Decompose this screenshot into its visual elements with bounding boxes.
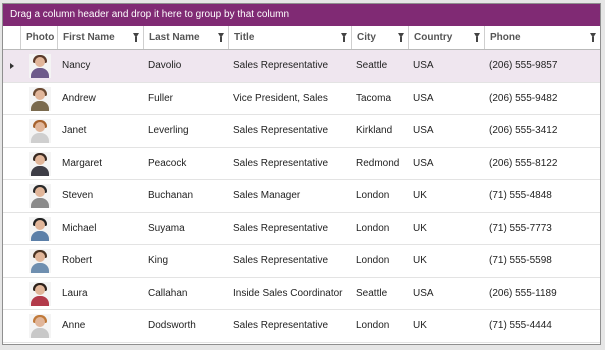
column-header-label: City	[357, 32, 376, 43]
rows-container: Nancy Davolio Sales Representative Seattle U…	[3, 50, 600, 343]
data-grid: Drag a column header and drop it here to…	[2, 3, 601, 345]
cell-phone: (206) 555-9857	[489, 60, 558, 71]
current-row-indicator-icon	[10, 63, 14, 69]
employee-photo	[29, 314, 51, 338]
table-row[interactable]: Robert King Sales Representative London UK (7…	[3, 245, 600, 278]
table-row[interactable]: Andrew Fuller Vice President, Sales Tacoma U…	[3, 83, 600, 115]
employee-photo	[29, 119, 51, 143]
cell-first: Anne	[62, 320, 86, 331]
column-header-city[interactable]: City	[351, 26, 408, 49]
cell-city: London	[356, 255, 390, 266]
cell-city: Kirkland	[356, 125, 393, 136]
column-header-photo[interactable]: Photo	[20, 26, 57, 49]
cell-city: Redmond	[356, 157, 400, 169]
cell-country: USA	[413, 157, 434, 169]
cell-country: UK	[413, 255, 427, 266]
cell-title: Sales Representative	[233, 157, 329, 169]
cell-title: Sales Representative	[233, 255, 329, 266]
cell-country: USA	[413, 92, 434, 104]
cell-city: Seattle	[356, 60, 388, 71]
cell-phone: (71) 555-5598	[489, 255, 552, 266]
employee-photo	[29, 281, 51, 306]
cell-first: Michael	[62, 222, 97, 234]
cell-last: Fuller	[148, 92, 174, 104]
cell-country: UK	[413, 190, 427, 201]
cell-city: Tacoma	[356, 92, 392, 104]
employee-photo	[29, 54, 51, 78]
cell-first: Nancy	[62, 60, 91, 71]
column-header-label: Country	[414, 32, 453, 43]
column-header-last[interactable]: Last Name	[143, 26, 228, 49]
column-header-label: Last Name	[149, 32, 200, 43]
table-row[interactable]: Margaret Peacock Sales Representative Redmo…	[3, 148, 600, 180]
cell-title: Sales Representative	[233, 222, 329, 234]
cell-last: Buchanan	[148, 190, 194, 201]
table-row[interactable]: Janet Leverling Sales Representative Kirkla…	[3, 115, 600, 148]
cell-country: UK	[413, 320, 427, 331]
cell-last: Suyama	[148, 222, 185, 234]
column-header-label: Title	[234, 32, 255, 43]
column-header-phone[interactable]: Phone	[484, 26, 600, 49]
cell-country: USA	[413, 60, 434, 71]
filter-icon[interactable]	[590, 33, 596, 42]
employee-photo	[29, 184, 51, 208]
column-header-first[interactable]: First Name	[57, 26, 143, 49]
cell-last: King	[148, 255, 169, 266]
cell-country: USA	[413, 125, 434, 136]
cell-phone: (206) 555-8122	[489, 157, 558, 169]
cell-phone: (206) 555-3412	[489, 125, 558, 136]
cell-last: Peacock	[148, 157, 187, 169]
cell-first: Margaret	[62, 157, 103, 169]
filter-icon[interactable]	[341, 33, 347, 42]
table-row[interactable]: Michael Suyama Sales Representative London U…	[3, 213, 600, 245]
cell-phone: (206) 555-1189	[489, 287, 557, 299]
cell-first: Robert	[62, 255, 93, 266]
cell-title: Sales Representative	[233, 320, 329, 331]
cell-phone: (206) 555-9482	[489, 92, 558, 104]
table-row[interactable]: Laura Callahan Inside Sales Coordinator Sea…	[3, 278, 600, 310]
cell-phone: (71) 555-4848	[489, 190, 552, 201]
table-row[interactable]: Nancy Davolio Sales Representative Seattle U…	[3, 50, 600, 83]
cell-phone: (71) 555-4444	[489, 320, 552, 331]
column-header-title[interactable]: Title	[228, 26, 351, 49]
column-header-country[interactable]: Country	[408, 26, 484, 49]
cell-city: Seattle	[356, 287, 388, 299]
employee-photo	[29, 249, 51, 273]
column-header-label: First Name	[63, 32, 115, 43]
table-row[interactable]: Steven Buchanan Sales Manager London UK (71) …	[3, 180, 600, 213]
cell-city: London	[356, 320, 390, 331]
employee-photo	[29, 151, 51, 176]
cell-first: Andrew	[62, 92, 96, 104]
cell-first: Steven	[62, 190, 94, 201]
cell-last: Dodsworth	[148, 320, 196, 331]
filter-icon[interactable]	[133, 33, 139, 42]
cell-last: Leverling	[148, 125, 189, 136]
group-panel-text: Drag a column header and drop it here to…	[10, 9, 290, 20]
cell-title: Sales Representative	[233, 60, 329, 71]
cell-country: UK	[413, 222, 427, 234]
employee-photo	[29, 86, 51, 111]
cell-last: Callahan	[148, 287, 188, 299]
cell-city: London	[356, 222, 390, 234]
cell-title: Sales Manager	[233, 190, 301, 201]
cell-title: Sales Representative	[233, 125, 329, 136]
column-header-label: Phone	[490, 32, 521, 43]
group-panel[interactable]: Drag a column header and drop it here to…	[3, 4, 600, 26]
table-row[interactable]: Anne Dodsworth Sales Representative London U…	[3, 310, 600, 343]
cell-first: Laura	[62, 287, 88, 299]
header-row: Photo First Name Last Name Title City Country…	[3, 26, 600, 50]
employee-photo	[29, 216, 51, 241]
filter-icon[interactable]	[218, 33, 224, 42]
cell-last: Davolio	[148, 60, 182, 71]
cell-country: USA	[413, 287, 434, 299]
column-header-label: Photo	[26, 32, 55, 43]
filter-icon[interactable]	[474, 33, 480, 42]
cell-first: Janet	[62, 125, 87, 136]
filter-icon[interactable]	[398, 33, 404, 42]
cell-title: Vice President, Sales	[233, 92, 328, 104]
cell-city: London	[356, 190, 390, 201]
cell-title: Inside Sales Coordinator	[233, 287, 343, 299]
cell-phone: (71) 555-7773	[489, 222, 552, 234]
